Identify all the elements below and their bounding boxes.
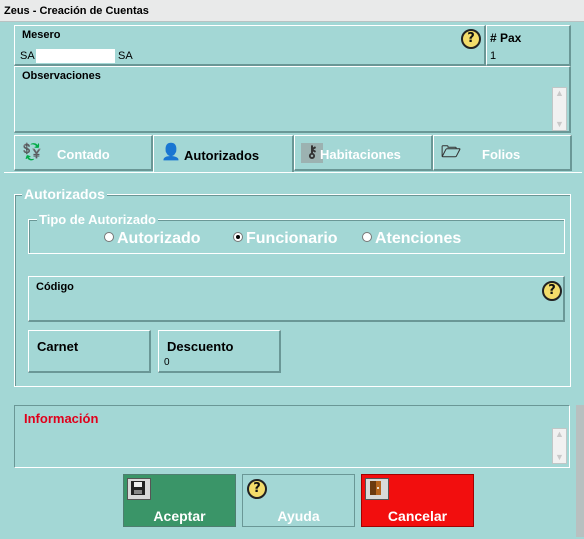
descuento-value[interactable]: 0 [164,357,170,368]
informacion-scrollbar[interactable]: ▲ ▼ [552,428,567,464]
mesero-panel: Mesero SA SA ? [14,25,486,66]
descuento-label: Descuento [167,339,234,354]
radio-autorizado-label: Autorizado [117,230,201,247]
help-icon: ? [247,479,267,499]
codigo-input[interactable] [36,297,536,315]
tab-habitaciones[interactable]: ⚷ Habitaciones [294,135,433,171]
window-title: Zeus - Creación de Cuentas [0,0,584,22]
observaciones-label: Observaciones [22,70,101,82]
radio-funcionario[interactable]: Funcionario [233,230,338,248]
pax-value[interactable]: 1 [490,50,496,62]
radio-atenciones[interactable]: Atenciones [362,230,461,248]
cash-icon: 💱 [22,144,42,161]
tab-folios-label: Folios [482,147,521,162]
carnet-panel: Carnet [28,330,151,373]
scroll-up-icon[interactable]: ▲ [553,429,566,440]
descuento-panel: Descuento 0 [158,330,281,373]
carnet-label: Carnet [37,339,79,354]
tab-content: Autorizados Tipo de Autorizado Autorizad… [4,172,582,402]
informacion-panel: Información ▲ ▼ [14,405,570,468]
codigo-panel: Código ? [28,276,565,322]
tab-contado[interactable]: 💱 Contado [14,135,153,171]
tab-contado-label: Contado [57,147,110,162]
window-edge-scrollbar[interactable] [576,405,584,537]
informacion-label: Información [24,411,99,426]
autorizados-title: Autorizados [22,186,107,202]
exit-door-icon [365,478,389,500]
tab-folios[interactable]: 🗁 Folios [433,135,572,171]
observaciones-scrollbar[interactable]: ▲ ▼ [552,87,567,131]
radio-icon[interactable] [362,232,372,242]
pax-panel: # Pax 1 [486,25,571,66]
ayuda-button[interactable]: ? Ayuda [242,474,355,527]
radio-icon[interactable] [104,232,114,242]
radio-autorizado[interactable]: Autorizado [104,230,201,248]
radio-funcionario-label: Funcionario [246,230,338,247]
mesero-label: Mesero [22,29,61,41]
aceptar-button[interactable]: Aceptar [123,474,236,527]
mesero-code: SA [20,50,35,62]
radio-atenciones-label: Atenciones [375,230,462,247]
tab-habitaciones-label: Habitaciones [320,147,401,162]
folder-icon: 🗁 [441,144,461,161]
codigo-label: Código [36,281,74,293]
cancelar-label: Cancelar [387,508,448,524]
radio-selected-icon[interactable] [233,232,243,242]
codigo-help-icon[interactable]: ? [542,281,562,301]
tab-autorizados-label: Autorizados [184,148,260,163]
scroll-down-icon[interactable]: ▼ [553,452,566,463]
mesero-input[interactable] [36,49,115,63]
ayuda-label: Ayuda [277,508,320,524]
informacion-text [24,430,544,460]
pax-label: # Pax [490,31,522,45]
save-icon [127,478,151,500]
cancelar-button[interactable]: Cancelar [361,474,474,527]
observaciones-panel: Observaciones ▲ ▼ [14,66,571,133]
mesero-help-icon[interactable]: ? [461,29,481,49]
authorized-person-icon: 👤 [161,144,181,161]
scroll-down-icon[interactable]: ▼ [553,119,566,130]
mesero-name: SA [118,50,133,62]
observaciones-textarea[interactable] [22,85,547,127]
tab-autorizados[interactable]: 👤 Autorizados [153,135,294,173]
tipo-autorizado-legend: Tipo de Autorizado [37,212,158,227]
scroll-up-icon[interactable]: ▲ [553,88,566,99]
carnet-input[interactable] [37,356,142,369]
aceptar-label: Aceptar [153,508,206,524]
